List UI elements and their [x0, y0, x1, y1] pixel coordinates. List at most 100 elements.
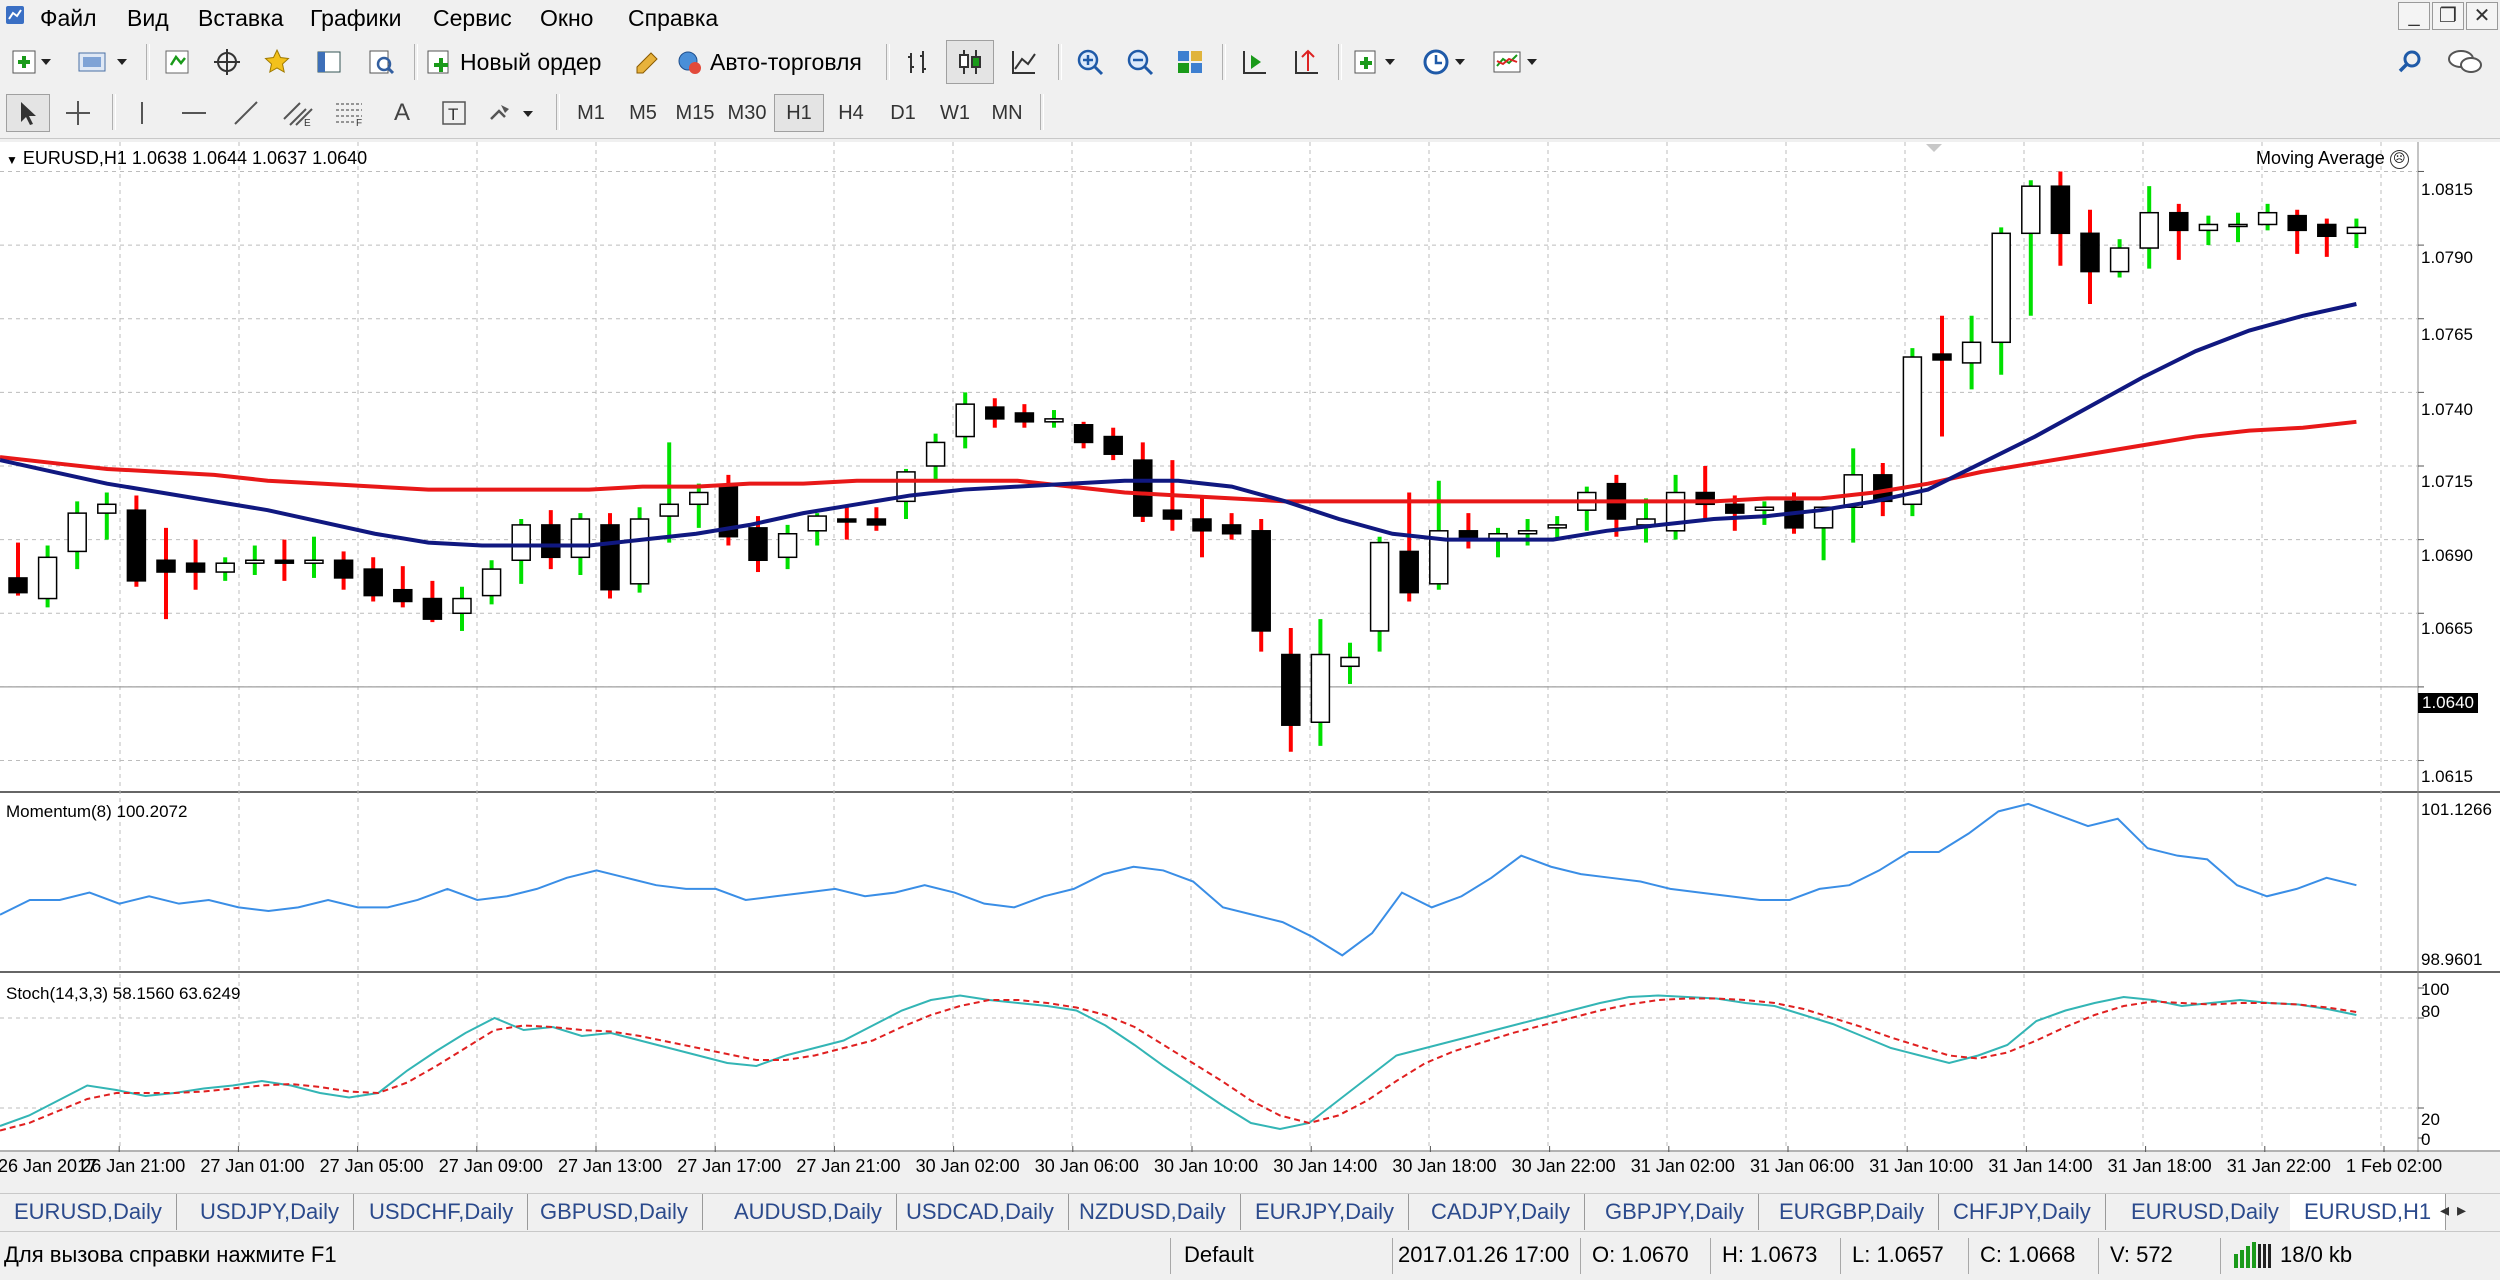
- templates-dropdown[interactable]: [1488, 42, 1550, 82]
- time-label: 31 Jan 02:00: [1630, 1156, 1735, 1176]
- equidistant-channel-icon[interactable]: E: [276, 94, 320, 132]
- candle-body: [570, 518, 591, 559]
- chart-tab[interactable]: CADJPY,Daily: [1417, 1194, 1585, 1230]
- candle-body: [1399, 550, 1419, 594]
- indicators-dropdown[interactable]: [1348, 42, 1408, 82]
- chart-tab[interactable]: EURUSD,H1: [2290, 1194, 2447, 1230]
- chart-tab[interactable]: EURUSD,Daily: [0, 1194, 177, 1230]
- bar-chart-icon[interactable]: [896, 42, 940, 82]
- navigator-icon[interactable]: [256, 42, 298, 82]
- vertical-line-icon[interactable]: [122, 94, 162, 132]
- menu-window[interactable]: Окно: [540, 3, 593, 33]
- fibonacci-icon[interactable]: F: [328, 94, 372, 132]
- minimize-button[interactable]: _: [2398, 2, 2430, 30]
- new-order-button[interactable]: Новый ордер: [424, 42, 620, 82]
- candle-body: [1281, 653, 1301, 726]
- candle-body: [1725, 503, 1745, 514]
- menu-bar: Файл Вид Вставка Графики Сервис Окно Спр…: [0, 0, 2500, 35]
- horizontal-line-icon[interactable]: [172, 94, 216, 132]
- status-low: L: 1.0657: [1852, 1242, 1944, 1267]
- stoch-tick: 20: [2421, 1110, 2440, 1129]
- trendline-icon[interactable]: [224, 94, 268, 132]
- market-watch-icon[interactable]: [156, 42, 198, 82]
- momentum-tick: 101.1266: [2421, 800, 2492, 819]
- time-label: 30 Jan 02:00: [915, 1156, 1020, 1176]
- menu-charts[interactable]: Графики: [310, 3, 401, 33]
- menu-tools[interactable]: Сервис: [433, 3, 512, 33]
- profiles-button[interactable]: [70, 42, 136, 82]
- menu-view[interactable]: Вид: [127, 3, 169, 33]
- time-label: 31 Jan 10:00: [1869, 1156, 1974, 1176]
- chart-tab[interactable]: NZDUSD,Daily: [1065, 1194, 1241, 1230]
- price-tick: 1.0790: [2421, 248, 2473, 267]
- text-tool-icon[interactable]: A: [380, 94, 424, 132]
- auto-trading-button[interactable]: Авто-торговля: [674, 42, 874, 82]
- chart-canvas[interactable]: [0, 142, 2500, 1152]
- timeframe-h4[interactable]: H4: [826, 94, 876, 132]
- terminal-icon[interactable]: [308, 42, 350, 82]
- candle-body: [274, 559, 295, 564]
- zoom-in-icon[interactable]: [1068, 42, 1112, 82]
- timeframe-m30[interactable]: M30: [722, 94, 772, 132]
- chart-tab[interactable]: EURUSD,Daily: [2117, 1194, 2294, 1230]
- new-order-icon: [427, 50, 449, 74]
- search-icon[interactable]: [2390, 42, 2430, 82]
- candle-body: [1991, 232, 2011, 344]
- chart-tab[interactable]: GBPJPY,Daily: [1591, 1194, 1759, 1230]
- tab-scroll-arrows[interactable]: ◂▸: [2440, 1200, 2474, 1221]
- candle-body: [1754, 506, 1775, 511]
- chart-tab[interactable]: USDCHF,Daily: [355, 1194, 529, 1230]
- chart-tab[interactable]: CHFJPY,Daily: [1939, 1194, 2106, 1230]
- periods-dropdown[interactable]: [1418, 42, 1478, 82]
- candle-body: [422, 597, 443, 620]
- chart-tab[interactable]: AUDUSD,Daily: [720, 1194, 897, 1230]
- new-chart-button[interactable]: [6, 42, 56, 82]
- candlestick-chart-icon[interactable]: [946, 40, 994, 84]
- arrows-dropdown[interactable]: [484, 94, 544, 132]
- metaeditor-icon[interactable]: [626, 42, 668, 82]
- candle-body: [1369, 541, 1390, 632]
- time-label: 27 Jan 01:00: [200, 1156, 305, 1176]
- candle-body: [67, 512, 87, 553]
- menu-insert[interactable]: Вставка: [198, 3, 284, 33]
- line-chart-icon[interactable]: [1002, 42, 1046, 82]
- timeframe-m15[interactable]: M15: [670, 94, 720, 132]
- zoom-out-icon[interactable]: [1118, 42, 1162, 82]
- chart-tab[interactable]: GBPUSD,Daily: [526, 1194, 703, 1230]
- menu-help[interactable]: Справка: [628, 3, 718, 33]
- candle-body: [2080, 232, 2100, 273]
- chart-tab[interactable]: EURGBP,Daily: [1765, 1194, 1940, 1230]
- chart-tab[interactable]: USDJPY,Daily: [186, 1194, 354, 1230]
- timeframe-mn[interactable]: MN: [982, 94, 1032, 132]
- auto-scroll-icon[interactable]: [1232, 42, 1276, 82]
- text-label-icon[interactable]: T: [432, 94, 476, 132]
- candle-body: [363, 568, 383, 597]
- chart-background: [0, 142, 2500, 1152]
- candle-body: [925, 441, 946, 467]
- chart-tab[interactable]: EURJPY,Daily: [1241, 1194, 1409, 1230]
- restore-button[interactable]: ❐: [2432, 2, 2464, 30]
- svg-text:F: F: [356, 118, 362, 127]
- close-button[interactable]: ✕: [2466, 2, 2498, 30]
- status-traffic: 18/0 kb: [2280, 1242, 2353, 1267]
- menu-file[interactable]: Файл: [40, 3, 97, 33]
- candle-body: [1932, 353, 1952, 361]
- timeframe-h1[interactable]: H1: [774, 94, 824, 132]
- chart-window[interactable]: ▼ EURUSD,H1 1.0638 1.0644 1.0637 1.0640 …: [0, 142, 2500, 1176]
- timeframe-w1[interactable]: W1: [930, 94, 980, 132]
- chat-icon[interactable]: [2440, 42, 2490, 82]
- candle-body: [1961, 341, 1982, 364]
- timeframe-m1[interactable]: M1: [566, 94, 616, 132]
- auto-trading-icon: [678, 51, 701, 74]
- tile-windows-icon[interactable]: [1168, 42, 1212, 82]
- timeframe-m5[interactable]: M5: [618, 94, 668, 132]
- chart-tab[interactable]: USDCAD,Daily: [892, 1194, 1069, 1230]
- candle-body: [1547, 524, 1567, 529]
- cursor-icon[interactable]: [6, 94, 50, 132]
- strategy-tester-icon[interactable]: [360, 42, 402, 82]
- status-bar: Для вызова справки нажмите F1 Default 20…: [0, 1231, 2500, 1280]
- crosshair-icon[interactable]: [56, 94, 100, 132]
- crosshair-navigator-icon[interactable]: [206, 42, 248, 82]
- timeframe-d1[interactable]: D1: [878, 94, 928, 132]
- chart-shift-icon[interactable]: [1284, 42, 1328, 82]
